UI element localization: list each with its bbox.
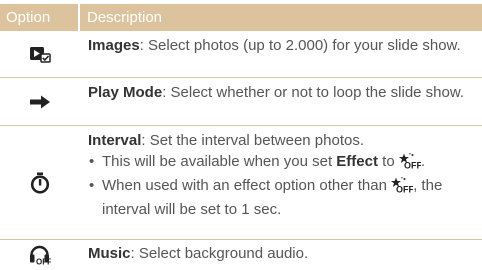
table-row-play-mode: Play Mode: Select whether or not to loop… <box>0 78 482 126</box>
bullet-item: This will be available when you set Effe… <box>88 151 474 175</box>
row-description: Music: Select background audio. <box>88 243 474 264</box>
row-description: Images: Select photos (up to 2.000) for … <box>88 35 474 56</box>
column-header-option: Option <box>0 4 78 31</box>
bullet-text: This will be available when you set <box>102 153 337 170</box>
table-row-interval: Interval: Set the interval between photo… <box>0 126 482 240</box>
bullet-text: to <box>377 153 399 170</box>
right-arrow-icon <box>0 78 80 125</box>
interval-timer-icon <box>0 126 80 239</box>
bullet-text: When used with an effect option other th… <box>102 177 392 194</box>
option-text: : Select photos (up to 2.000) for your s… <box>139 37 461 54</box>
bullet-item: When used with an effect option other th… <box>88 175 474 220</box>
option-term: Interval <box>88 132 142 149</box>
option-term: Play Mode <box>88 84 163 101</box>
option-term: Music <box>88 245 131 262</box>
row-description: Interval: Set the interval between photo… <box>88 130 474 220</box>
svg-text:OFF: OFF <box>404 161 421 170</box>
slideshow-images-icon <box>0 31 80 77</box>
table-row-music: OFF Music: Select background audio. <box>0 240 482 270</box>
option-text: : Select whether or not to loop the slid… <box>162 84 465 101</box>
option-text: : Set the interval between photos. <box>141 132 365 149</box>
effect-off-icon: OFF <box>398 153 422 175</box>
effect-off-icon: OFF <box>391 177 415 199</box>
row-description: Play Mode: Select whether or not to loop… <box>88 82 474 103</box>
svg-text:OFF: OFF <box>396 185 413 194</box>
column-header-description: Description <box>80 4 482 31</box>
table-row-images: Images: Select photos (up to 2.000) for … <box>0 31 482 78</box>
music-off-icon: OFF <box>0 240 80 270</box>
option-term: Images <box>88 37 140 54</box>
svg-text:OFF: OFF <box>36 258 51 266</box>
option-text: : Select background audio. <box>130 245 309 262</box>
effect-term: Effect <box>336 153 378 170</box>
bullet-text: . <box>420 153 426 170</box>
